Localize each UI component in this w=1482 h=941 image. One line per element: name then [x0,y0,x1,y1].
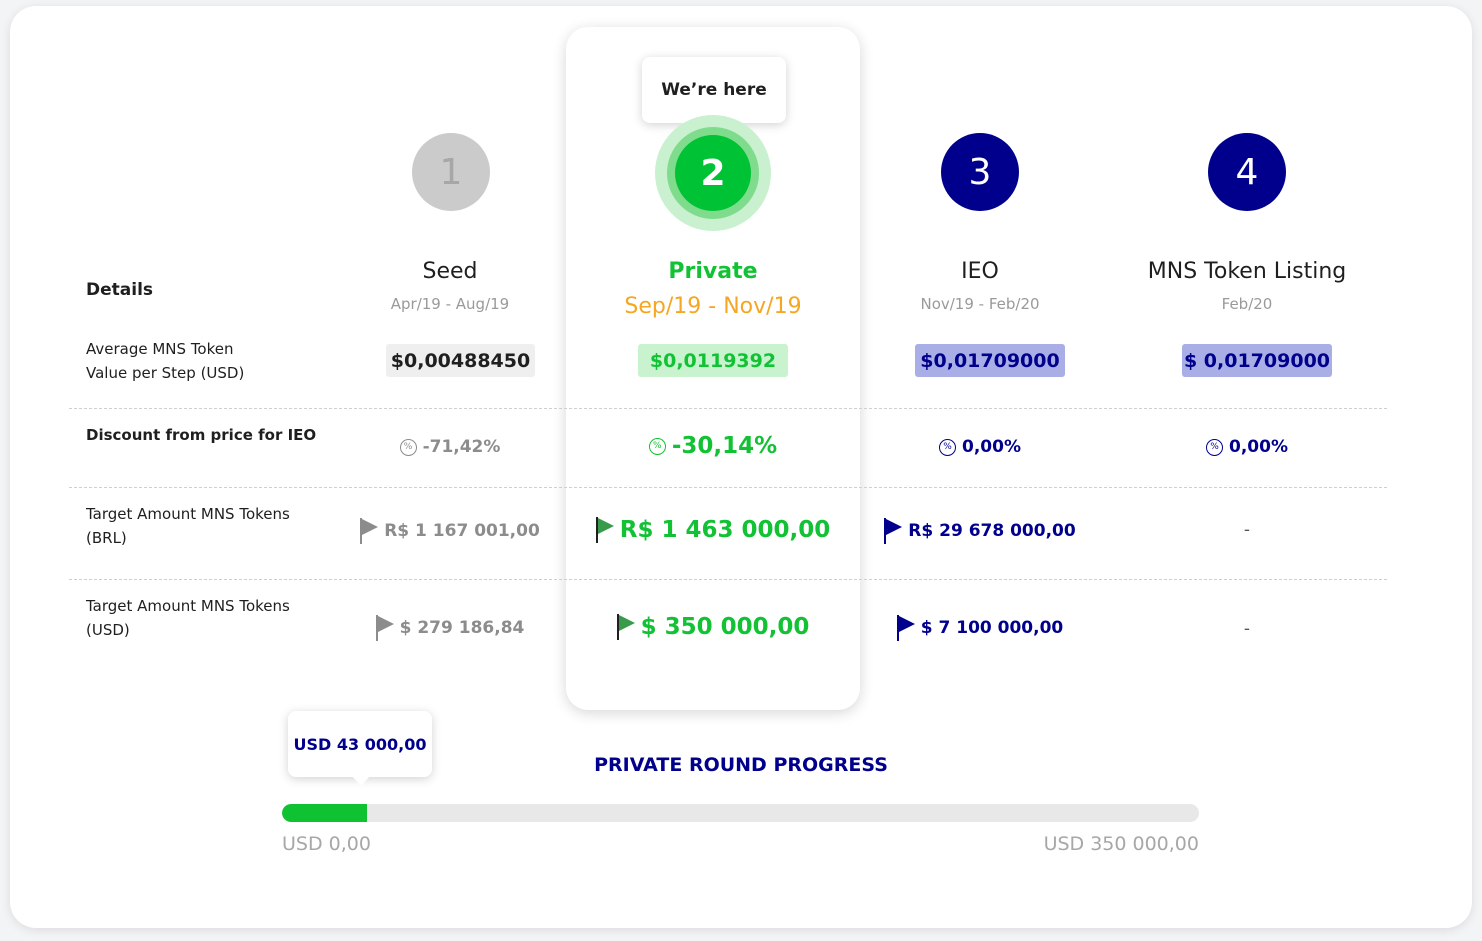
target-usd-label: Target Amount MNS Tokens (USD) [86,594,290,642]
progress-title: PRIVATE ROUND PROGRESS [594,754,888,776]
row-divider [69,408,1387,409]
stage-4-number: 4 [1235,151,1259,193]
target-usd-label-line1: Target Amount MNS Tokens [86,597,290,615]
avg-value-label-line2: Value per Step (USD) [86,364,245,382]
stage-2-circle: 2 [675,135,751,211]
stage-3-target-usd: $ 7 100 000,00 [870,612,1090,644]
stage-2-discount: % -30,14% [590,430,836,462]
stage-3-number: 3 [968,151,992,193]
target-brl-label-line1: Target Amount MNS Tokens [86,505,290,523]
stage-3-target-usd-value: $ 7 100 000,00 [920,618,1064,638]
stage-1-target-brl: R$ 1 167 001,00 [340,515,560,547]
stage-1-price: $0,00488450 [386,344,535,377]
stage-4-title: MNS Token Listing [1147,259,1347,284]
percent-badge-icon: % [1206,438,1223,456]
flag-icon [360,518,379,544]
progress-max-label: USD 350 000,00 [1043,833,1199,855]
stage-1-discount: % -71,42% [350,432,550,462]
progress-min-label: USD 0,00 [282,833,371,855]
stage-1-dates: Apr/19 - Aug/19 [390,295,510,313]
stage-2-target-usd-value: $ 350 000,00 [640,614,810,640]
flag-icon [616,614,635,640]
stage-1-target-usd-value: $ 279 186,84 [399,618,525,638]
details-heading: Details [86,280,154,300]
row-divider [69,487,1387,488]
stage-3-discount-value: 0,00% [962,437,1021,457]
stage-3-circle: 3 [941,133,1019,211]
target-brl-label: Target Amount MNS Tokens (BRL) [86,502,290,550]
stage-4-price-value: $ 0,01709000 [1183,349,1331,372]
stage-1-discount-value: -71,42% [422,437,501,457]
stage-1-title: Seed [422,259,478,284]
flag-icon [595,517,614,543]
progress-bar [282,804,1199,822]
flag-icon [884,518,903,544]
stage-2-target-brl-value: R$ 1 463 000,00 [619,517,831,543]
flag-icon [896,615,915,641]
stage-1-target-brl-value: R$ 1 167 001,00 [384,521,540,541]
were-here-label: We’re here [661,80,767,100]
stage-2-number: 2 [700,152,726,194]
progress-current-value: USD 43 000,00 [293,734,427,754]
stage-1-price-value: $0,00488450 [390,349,531,372]
stage-4-discount: % 0,00% [1147,432,1347,462]
stage-2-dates: Sep/19 - Nov/19 [624,294,802,319]
stage-3-discount: % 0,00% [880,432,1080,462]
stage-3-target-brl-value: R$ 29 678 000,00 [908,521,1076,541]
stage-3-title: IEO [961,259,999,284]
progress-current-tooltip: USD 43 000,00 [288,711,432,786]
stage-2-discount-value: -30,14% [671,433,778,459]
stage-2-target-usd: $ 350 000,00 [590,610,836,644]
percent-badge-icon: % [939,438,956,456]
stage-3-price: $0,01709000 [915,344,1065,377]
stage-4-dates: Feb/20 [1221,295,1273,313]
stage-4-target-usd: - [1243,619,1251,639]
stage-4-price: $ 0,01709000 [1182,344,1332,377]
target-brl-label-line2: (BRL) [86,529,127,547]
stage-4-discount-value: 0,00% [1229,437,1288,457]
stage-2-title: Private [668,259,758,284]
stage-3-target-brl: R$ 29 678 000,00 [870,515,1090,547]
stage-2-price: $0,0119392 [638,344,788,377]
stage-1-number: 1 [439,151,463,193]
stage-4-circle: 4 [1208,133,1286,211]
avg-value-label: Average MNS Token Value per Step (USD) [86,337,244,385]
stage-2-price-value: $0,0119392 [649,349,777,372]
stage-3-dates: Nov/19 - Feb/20 [920,295,1040,313]
flag-icon [375,615,394,641]
row-divider [69,579,1387,580]
stage-1-circle: 1 [412,133,490,211]
stage-2-target-brl: R$ 1 463 000,00 [590,513,836,547]
target-usd-label-line2: (USD) [86,621,130,639]
discount-label: Discount from price for IEO [86,426,317,444]
percent-badge-icon: % [399,438,417,456]
progress-bar-fill [282,804,367,822]
stage-3-price-value: $0,01709000 [920,349,1060,372]
avg-value-label-line1: Average MNS Token [86,340,234,358]
stage-1-target-usd: $ 279 186,84 [340,612,560,644]
percent-badge-icon: % [648,437,666,455]
were-here-tooltip: We’re here [642,57,786,132]
stage-4-target-brl: - [1243,520,1251,540]
